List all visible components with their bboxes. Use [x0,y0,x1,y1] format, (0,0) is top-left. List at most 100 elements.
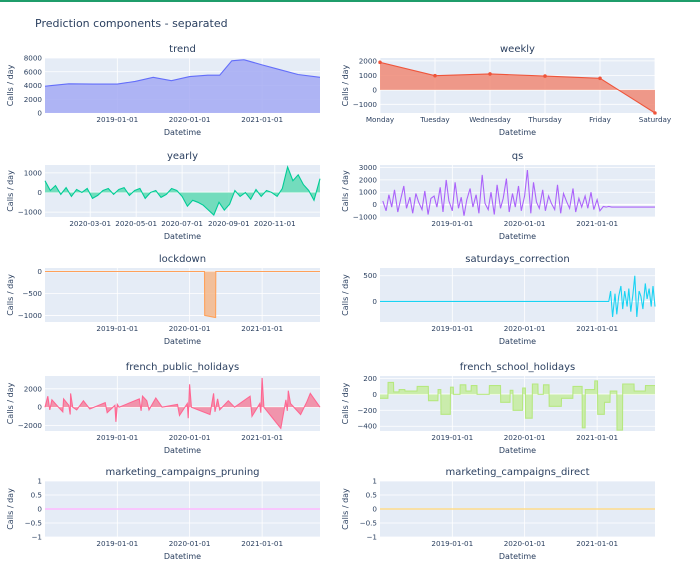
y-tick-label: 0 [372,505,377,514]
x-tick-label: 2019-01-01 [431,324,473,333]
x-axis-label: Datetime [499,552,536,561]
y-tick-label: 1 [37,477,42,486]
y-axis-label: Calls / day [6,64,15,106]
x-tick-label: 2020-01-01 [169,115,211,124]
y-tick-label: 1000 [24,168,43,177]
x-tick-label: 2020-03-01 [69,219,111,228]
y-tick-label: −1000 [18,208,43,217]
y-tick-label: 1000 [359,71,378,80]
y-tick-label: 0 [37,109,42,118]
y-tick-label: −500 [22,289,42,298]
subplot-title: lockdown [159,254,206,265]
data-point [433,74,437,78]
y-tick-label: 3000 [359,163,378,172]
x-axis-label: Datetime [164,128,201,137]
x-tick-label: 2019-01-01 [96,324,138,333]
x-tick-label: 2019-01-01 [431,539,473,548]
y-axis-label: Calls / day [6,488,15,530]
x-tick-label: 2020-05-01 [115,219,157,228]
y-axis-label: Calls / day [341,170,350,212]
y-tick-label: 200 [363,374,377,383]
y-tick-label: −2000 [18,421,43,430]
y-tick-label: −1000 [353,213,378,222]
x-axis-label: Datetime [499,337,536,346]
x-tick-label: 2020-01-01 [169,433,211,442]
y-tick-label: 0.5 [31,491,42,500]
data-point [488,72,492,76]
y-axis-label: Calls / day [6,274,15,316]
subplot-title: weekly [500,44,535,55]
x-tick-label: 2020-11-01 [254,219,296,228]
x-tick-label: 2021-01-01 [576,433,618,442]
y-tick-label: 0 [37,505,42,514]
x-tick-label: 2020-01-01 [504,539,546,548]
y-tick-label: 1 [372,477,377,486]
subplot-title: qs [512,151,524,162]
x-tick-label: 2020-09-01 [208,219,250,228]
x-tick-label: 2019-01-01 [96,115,138,124]
subplot-title: yearly [167,151,198,162]
x-tick-label: Saturday [639,115,672,124]
y-tick-label: −0.5 [25,519,42,528]
y-tick-label: −400 [357,422,377,431]
y-tick-label: −1 [31,533,42,542]
x-tick-label: 2020-01-01 [504,433,546,442]
data-point [653,111,657,115]
y-tick-label: 1000 [359,188,378,197]
x-tick-label: Thursday [527,115,562,124]
data-point [378,61,382,65]
x-axis-label: Datetime [164,552,201,561]
subplot-title: french_school_holidays [460,362,575,373]
x-tick-label: Monday [366,115,395,124]
subplot-title: marketing_campaigns_direct [445,467,589,478]
subplot-lockdown: −1000 −500 0 2019-01-01 2020-01-01 2021-01-01… [6,254,320,346]
subplots-figure: 020004000600080002019-01-01 2020-01-01 202… [6,44,672,561]
x-tick-label: Wednesday [469,115,511,124]
subplot-marketing-campaigns-pruning: −1 −0.5 0 0.5 1 2019-01-01 2020-01-01 2021-01-0… [6,467,320,561]
y-tick-label: 4000 [24,81,43,90]
subplot-title: marketing_campaigns_pruning [105,467,259,478]
x-tick-label: 2021-01-01 [241,115,283,124]
y-tick-label: 0 [372,200,377,209]
y-tick-label: 2000 [24,95,43,104]
y-tick-label: 0 [372,390,377,399]
y-tick-label: 2000 [359,56,378,65]
x-axis-label: Datetime [164,232,201,241]
x-axis-label: Datetime [499,232,536,241]
subplot-trend: 0 2000 4000 6000 8000 2019-01-01 2020-01-01 202… [6,44,320,137]
subplot-yearly: −1000 0 1000 2020-03-01 2020-05-01 2020-07-01… [6,151,320,241]
x-tick-label: 2019-01-01 [431,219,473,228]
y-tick-label: 500 [363,271,377,280]
y-axis-label: Calls / day [341,382,350,424]
x-tick-label: 2021-01-01 [576,219,618,228]
y-axis-label: Calls / day [341,64,350,106]
x-tick-label: 2020-01-01 [504,324,546,333]
y-tick-label: 2000 [359,175,378,184]
x-axis-label: Datetime [499,446,536,455]
x-tick-label: 2019-01-01 [431,433,473,442]
subplot-title: french_public_holidays [126,362,239,373]
y-axis-label: Calls / day [341,274,350,316]
subplot-marketing-campaigns-direct: −1 −0.5 0 0.5 1 2019-01-01 2020-01-01 2021-01-0… [341,467,655,561]
y-axis-label: Calls / day [6,382,15,424]
x-tick-label: 2021-01-01 [241,539,283,548]
plot-background [45,268,320,322]
y-tick-label: 2000 [24,384,43,393]
x-tick-label: 2021-01-01 [576,539,618,548]
y-axis-label: Calls / day [6,170,15,212]
x-tick-label: 2020-01-01 [169,324,211,333]
subplot-saturdays-correction: 0 500 2019-01-01 2020-01-01 2021-01-01 saturd… [341,254,655,346]
x-axis-label: Datetime [164,337,201,346]
y-tick-label: 0 [37,403,42,412]
subplot-title: trend [169,44,196,55]
subplot-french-school-holidays: −400 −200 0 200 2019-01-01 2020-01-01 2021-01-… [341,362,655,455]
y-axis-label: Calls / day [341,488,350,530]
x-tick-label: 2021-01-01 [241,433,283,442]
x-axis-label: Datetime [164,446,201,455]
x-tick-label: Friday [589,115,612,124]
x-tick-label: 2019-01-01 [96,539,138,548]
x-tick-label: 2020-01-01 [504,219,546,228]
y-tick-label: −1000 [18,311,43,320]
y-tick-label: −200 [357,406,377,415]
x-tick-label: 2021-01-01 [576,324,618,333]
